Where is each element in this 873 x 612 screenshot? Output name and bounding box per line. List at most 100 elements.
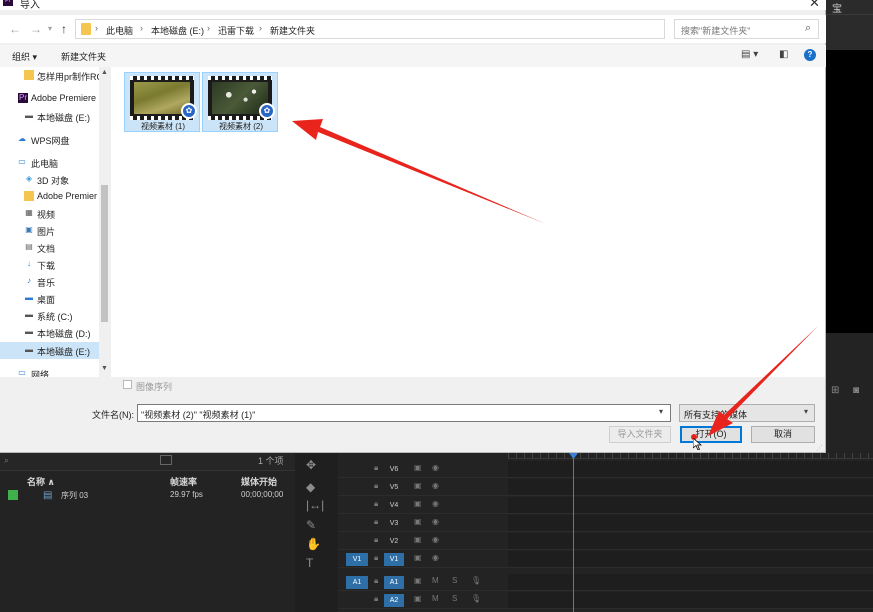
project-row-sequence[interactable]: ▤ 序列 03 29.97 fps 00;00;00;00 <box>0 488 295 503</box>
track-label[interactable]: V2 <box>384 535 404 548</box>
eye-icon[interactable]: ◉ <box>432 499 439 508</box>
eye-icon[interactable]: ◉ <box>432 517 439 526</box>
scrollbar-thumb[interactable] <box>101 185 108 322</box>
export-frame-icon[interactable]: ⊞ <box>831 385 839 396</box>
eye-icon[interactable]: ◉ <box>432 535 439 544</box>
search-input[interactable]: 搜索"新建文件夹" ⌕ <box>674 19 819 39</box>
lock-icon[interactable]: 🔒︎ <box>374 481 378 491</box>
solo-icon[interactable]: S <box>452 594 457 603</box>
filename-input[interactable]: "视频素材 (2)" "视频素材 (1)" ▾ <box>137 404 671 422</box>
camera-icon[interactable]: ◙ <box>853 385 859 396</box>
mute-icon[interactable]: M <box>432 594 439 603</box>
nav-item-system-c[interactable]: ▬ 系统 (C:) <box>0 307 99 324</box>
search-icon[interactable]: ⌕ <box>805 22 811 35</box>
column-media-start[interactable]: 媒体开始 <box>241 475 277 488</box>
eye-icon[interactable]: ◉ <box>432 481 439 490</box>
track-lane[interactable] <box>508 551 873 567</box>
lock-icon[interactable]: 🔒︎ <box>374 535 378 545</box>
file-list[interactable]: ✿ 视频素材 (1) ✿ 视频素材 (2) <box>111 67 825 377</box>
breadcrumb-drive-e[interactable]: 本地磁盘 (E:) <box>151 24 204 37</box>
nav-item-videos[interactable]: ▦ 视频 <box>0 205 99 222</box>
track-lane[interactable] <box>508 479 873 495</box>
nav-item-quick-folder[interactable]: 怎样用pr制作RC <box>0 67 99 84</box>
nav-item-drive-d[interactable]: ▬ 本地磁盘 (D:) <box>0 324 99 341</box>
microphone-icon[interactable]: 🎙︎ <box>471 576 481 585</box>
hand-icon[interactable]: ✋ <box>306 537 321 551</box>
lock-icon[interactable]: 🔒︎ <box>374 553 378 563</box>
organize-menu[interactable]: 组织 ▾ <box>12 50 37 63</box>
sync-lock-icon[interactable]: ▣ <box>414 499 422 508</box>
image-sequence-checkbox[interactable] <box>123 380 132 389</box>
type-tool-icon[interactable]: T <box>306 556 313 570</box>
resize-grip-icon[interactable]: ⋰ <box>816 444 823 452</box>
new-folder-button[interactable]: 新建文件夹 <box>61 50 106 63</box>
nav-item-desktop[interactable]: ▬ 桌面 <box>0 290 99 307</box>
close-icon[interactable]: ✕ <box>809 0 820 11</box>
nav-item-adobe-premiere[interactable]: Pr Adobe Premiere <box>0 90 99 107</box>
column-name[interactable]: 名称 ∧ <box>27 475 55 488</box>
address-bar[interactable]: › 此电脑 › 本地磁盘 (E:) › 迅雷下载 › 新建文件夹 ▾ ↻ <box>75 19 734 39</box>
nav-item-downloads[interactable]: ↓ 下载 <box>0 256 99 273</box>
breadcrumb-new-folder[interactable]: 新建文件夹 <box>270 24 315 37</box>
mute-icon[interactable]: M <box>432 576 439 585</box>
sync-lock-icon[interactable]: ▣ <box>414 553 422 562</box>
track-lane[interactable] <box>508 461 873 477</box>
track-select-icon[interactable]: ✥ <box>306 458 316 472</box>
nav-item-drive-e[interactable]: ▬ 本地磁盘 (E:) <box>0 108 99 125</box>
nav-item-this-pc[interactable]: ▭ 此电脑 <box>0 154 99 171</box>
chevron-right-icon[interactable]: › <box>259 23 262 33</box>
file-item[interactable]: ✿ 视频素材 (1) <box>124 72 200 132</box>
eye-icon[interactable]: ◉ <box>432 463 439 472</box>
nav-item-music[interactable]: ♪ 音乐 <box>0 273 99 290</box>
track-lane[interactable] <box>508 592 873 608</box>
sync-lock-icon[interactable]: ▣ <box>414 481 422 490</box>
filetype-select[interactable]: 所有支持的媒体 ▾ <box>679 404 815 422</box>
back-icon[interactable]: ← <box>9 22 21 36</box>
slip-icon[interactable]: |↔| <box>306 498 324 512</box>
recent-locations-icon[interactable]: ▾ <box>48 24 52 33</box>
track-lane[interactable] <box>508 497 873 513</box>
chevron-right-icon[interactable]: › <box>95 23 98 33</box>
chevron-right-icon[interactable]: › <box>140 23 143 33</box>
bin-selector[interactable] <box>160 455 172 465</box>
lock-icon[interactable]: 🔒︎ <box>374 576 378 586</box>
preview-pane-icon[interactable]: ◧ <box>779 49 788 60</box>
nav-item-drive-e-selected[interactable]: ▬ 本地磁盘 (E:) <box>0 342 99 359</box>
nav-scrollbar[interactable]: ▲ ▼ <box>99 67 110 377</box>
track-lane[interactable] <box>508 574 873 590</box>
pen-icon[interactable]: ✎ <box>306 518 316 532</box>
source-patch-a1[interactable]: A1 <box>346 576 368 589</box>
nav-item-3d-objects[interactable]: ◈ 3D 对象 <box>0 171 99 188</box>
forward-icon[interactable]: → <box>30 22 42 36</box>
chevron-down-icon[interactable]: ▾ <box>804 407 808 416</box>
track-label[interactable]: V4 <box>384 499 404 512</box>
column-frame-rate[interactable]: 帧速率 <box>170 475 197 488</box>
solo-icon[interactable]: S <box>452 576 457 585</box>
track-label[interactable]: A1 <box>384 576 404 589</box>
file-item[interactable]: ✿ 视频素材 (2) <box>202 72 278 132</box>
chevron-down-icon[interactable]: ▾ <box>659 407 663 416</box>
help-icon[interactable]: ? <box>804 49 816 61</box>
source-patch-v1[interactable]: V1 <box>346 553 368 566</box>
sync-lock-icon[interactable]: ▣ <box>414 535 422 544</box>
track-label[interactable]: A2 <box>384 594 404 607</box>
track-label[interactable]: V6 <box>384 463 404 476</box>
playhead[interactable] <box>573 453 574 612</box>
lock-icon[interactable]: 🔒︎ <box>374 517 378 527</box>
lock-icon[interactable]: 🔒︎ <box>374 594 378 604</box>
time-ruler[interactable] <box>508 453 873 459</box>
ripple-edit-icon[interactable]: ◆ <box>306 480 315 494</box>
sync-lock-icon[interactable]: ▣ <box>414 517 422 526</box>
open-button[interactable]: 打开(O) <box>680 426 742 443</box>
track-label[interactable]: V5 <box>384 481 404 494</box>
lock-icon[interactable]: 🔒︎ <box>374 499 378 509</box>
nav-item-wps-cloud[interactable]: ☁ WPS网盘 <box>0 131 99 148</box>
track-label[interactable]: V3 <box>384 517 404 530</box>
up-icon[interactable]: ↑ <box>61 22 67 36</box>
scroll-up-icon[interactable]: ▲ <box>101 69 108 76</box>
breadcrumb-this-pc[interactable]: 此电脑 <box>106 24 133 37</box>
nav-item-documents[interactable]: ▤ 文档 <box>0 239 99 256</box>
nav-item-pictures[interactable]: ▣ 图片 <box>0 222 99 239</box>
sync-lock-icon[interactable]: ▣ <box>414 594 422 603</box>
lock-icon[interactable]: 🔒︎ <box>374 463 378 473</box>
